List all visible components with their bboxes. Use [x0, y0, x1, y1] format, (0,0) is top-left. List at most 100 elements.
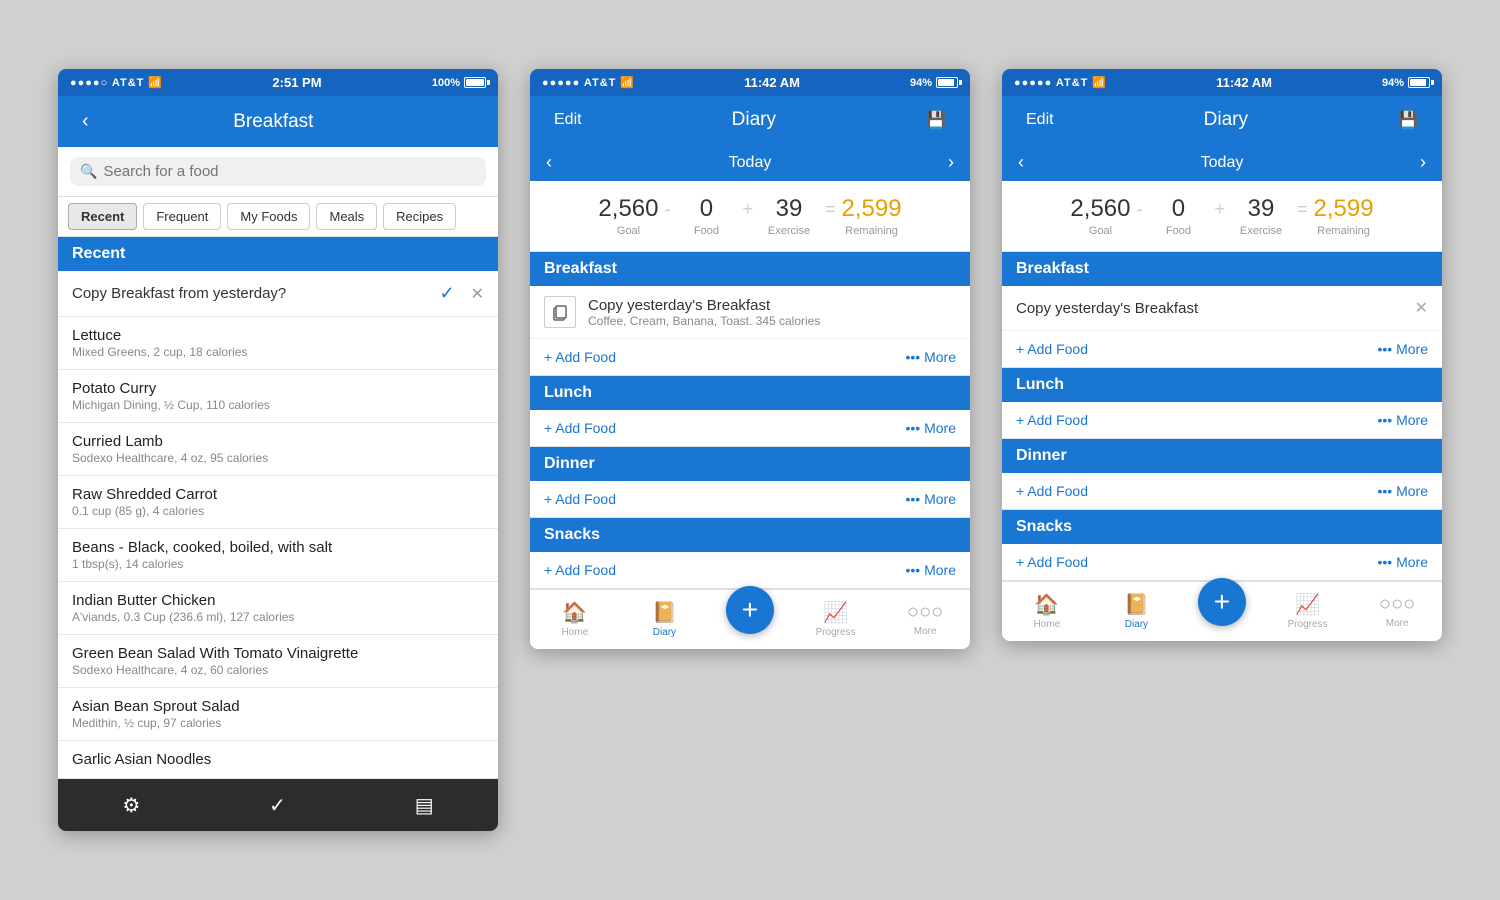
- next-day-button-2[interactable]: ›: [948, 152, 954, 173]
- more-icon-3: ○○○: [1379, 593, 1415, 616]
- header-1: ‹ Breakfast: [58, 96, 498, 147]
- food-detail-butter-chicken: A'viands, 0.3 Cup (236.6 ml), 127 calori…: [72, 610, 484, 624]
- nav-diary-3[interactable]: 📔 Diary: [1108, 592, 1164, 630]
- dinner-add-food-button-2[interactable]: + Add Food: [544, 491, 616, 507]
- cal-exercise-label-3: Exercise: [1231, 225, 1291, 237]
- tab-meals-1[interactable]: Meals: [316, 203, 377, 230]
- header-title-2: Diary: [590, 109, 919, 131]
- copy-icon-box-2: [544, 296, 576, 328]
- tab-myfoods-1[interactable]: My Foods: [227, 203, 310, 230]
- tab-frequent-1[interactable]: Frequent: [143, 203, 221, 230]
- food-item-potato-curry[interactable]: Potato Curry Michigan Dining, ½ Cup, 110…: [58, 370, 498, 423]
- status-bar-left-3: ●●●●● AT&T 📶: [1014, 76, 1106, 89]
- meal-breakfast-body-2: Copy yesterday's Breakfast Coffee, Cream…: [530, 286, 970, 376]
- dinner-more-button-2[interactable]: ••• More: [906, 491, 957, 507]
- nav-home-3[interactable]: 🏠 Home: [1019, 592, 1075, 630]
- food-item-curried-lamb[interactable]: Curried Lamb Sodexo Healthcare, 4 oz, 95…: [58, 423, 498, 476]
- tab-recent-1[interactable]: Recent: [68, 203, 137, 230]
- cal-remaining-value-3: 2,599: [1314, 195, 1374, 223]
- nav-home-label-2: Home: [561, 627, 588, 638]
- food-item-black-beans[interactable]: Beans - Black, cooked, boiled, with salt…: [58, 529, 498, 582]
- snacks-add-food-button-2[interactable]: + Add Food: [544, 562, 616, 578]
- meal-lunch-body-2: + Add Food ••• More: [530, 410, 970, 447]
- food-list-1: Lettuce Mixed Greens, 2 cup, 18 calories…: [58, 317, 498, 779]
- diary-nav-title-2: Today: [729, 154, 772, 172]
- nav-diary-2[interactable]: 📔 Diary: [636, 600, 692, 638]
- nav-more-3[interactable]: ○○○ More: [1369, 593, 1425, 629]
- dinner-more-button-3[interactable]: ••• More: [1378, 483, 1429, 499]
- breakfast-add-food-button-2[interactable]: + Add Food: [544, 349, 616, 365]
- cal-goal-value-3: 2,560: [1070, 195, 1130, 223]
- nav-progress-label-2: Progress: [816, 627, 856, 638]
- status-bar-right-1: 100%: [432, 77, 486, 89]
- dinner-add-food-button-3[interactable]: + Add Food: [1016, 483, 1088, 499]
- home-icon-2: 🏠: [562, 600, 587, 625]
- signal-dots-2: ●●●●● AT&T: [542, 77, 616, 89]
- back-button-1[interactable]: ‹: [74, 106, 97, 137]
- nav-progress-label-3: Progress: [1288, 619, 1328, 630]
- dinner-add-more-3: + Add Food ••• More: [1002, 473, 1442, 509]
- check-button-1[interactable]: ✓: [269, 793, 286, 818]
- barcode-button-1[interactable]: ▤: [415, 793, 434, 818]
- nav-progress-3[interactable]: 📈 Progress: [1280, 592, 1336, 630]
- confirm-copy-icon-1[interactable]: ✓: [440, 283, 455, 304]
- diary-icon-3: 📔: [1124, 592, 1149, 617]
- prev-day-button-2[interactable]: ‹: [546, 152, 552, 173]
- header-3: Edit Diary 💾: [1002, 96, 1442, 144]
- food-name-butter-chicken: Indian Butter Chicken: [72, 592, 484, 609]
- snacks-add-food-button-3[interactable]: + Add Food: [1016, 554, 1088, 570]
- settings-button-1[interactable]: ⚙: [122, 793, 140, 818]
- cal-exercise-3: 39 Exercise: [1231, 195, 1291, 237]
- lunch-add-food-button-3[interactable]: + Add Food: [1016, 412, 1088, 428]
- food-item-green-bean-salad[interactable]: Green Bean Salad With Tomato Vinaigrette…: [58, 635, 498, 688]
- nav-more-2[interactable]: ○○○ More: [897, 601, 953, 637]
- dismiss-copy-button-3[interactable]: ✕: [1415, 298, 1428, 318]
- header-title-3: Diary: [1062, 109, 1391, 131]
- add-button-3[interactable]: +: [1198, 578, 1246, 626]
- status-bar-1: ●●●●○ AT&T 📶 2:51 PM 100%: [58, 69, 498, 96]
- progress-icon-2: 📈: [823, 600, 848, 625]
- lunch-add-food-button-2[interactable]: + Add Food: [544, 420, 616, 436]
- edit-button-2[interactable]: Edit: [546, 107, 590, 133]
- screen-diary-2: ●●●●● AT&T 📶 11:42 AM 94% Edit Diary 💾 ‹…: [1002, 69, 1442, 641]
- next-day-button-3[interactable]: ›: [1420, 152, 1426, 173]
- copy-yesterday-subtitle-2: Coffee, Cream, Banana, Toast. 345 calori…: [588, 314, 820, 328]
- diary-nav-title-3: Today: [1201, 154, 1244, 172]
- food-item-garlic-noodles[interactable]: Garlic Asian Noodles: [58, 741, 498, 779]
- nav-progress-2[interactable]: 📈 Progress: [808, 600, 864, 638]
- breakfast-add-food-button-3[interactable]: + Add Food: [1016, 341, 1088, 357]
- snacks-more-button-2[interactable]: ••• More: [906, 562, 957, 578]
- lunch-more-button-3[interactable]: ••• More: [1378, 412, 1429, 428]
- tab-recipes-1[interactable]: Recipes: [383, 203, 456, 230]
- copy-text-row-3: Copy yesterday's Breakfast ✕: [1002, 286, 1442, 331]
- breakfast-more-button-3[interactable]: ••• More: [1378, 341, 1429, 357]
- save-button-2[interactable]: 💾: [918, 106, 954, 134]
- food-item-raw-carrot[interactable]: Raw Shredded Carrot 0.1 cup (85 g), 4 ca…: [58, 476, 498, 529]
- snacks-more-button-3[interactable]: ••• More: [1378, 554, 1429, 570]
- progress-icon-3: 📈: [1295, 592, 1320, 617]
- save-button-3[interactable]: 💾: [1390, 106, 1426, 134]
- food-item-asian-bean-sprout[interactable]: Asian Bean Sprout Salad Medithin, ½ cup,…: [58, 688, 498, 741]
- edit-button-3[interactable]: Edit: [1018, 107, 1062, 133]
- search-input-1[interactable]: [103, 163, 476, 180]
- diary-icon-2: 📔: [652, 600, 677, 625]
- copy-row-actions-1: ✓ ✕: [440, 283, 485, 304]
- add-button-2[interactable]: +: [726, 586, 774, 634]
- diary-nav-3: ‹ Today ›: [1002, 144, 1442, 181]
- search-input-wrap-1[interactable]: 🔍: [70, 157, 486, 186]
- meal-snacks-body-3: + Add Food ••• More: [1002, 544, 1442, 581]
- status-bar-left-2: ●●●●● AT&T 📶: [542, 76, 634, 89]
- nav-home-2[interactable]: 🏠 Home: [547, 600, 603, 638]
- nav-more-label-2: More: [914, 626, 937, 637]
- prev-day-button-3[interactable]: ‹: [1018, 152, 1024, 173]
- lunch-more-button-2[interactable]: ••• More: [906, 420, 957, 436]
- copy-yesterday-row-2[interactable]: Copy yesterday's Breakfast Coffee, Cream…: [530, 286, 970, 339]
- food-item-lettuce[interactable]: Lettuce Mixed Greens, 2 cup, 18 calories: [58, 317, 498, 370]
- copy-yesterday-text-only-3: Copy yesterday's Breakfast: [1016, 300, 1198, 317]
- meal-breakfast-body-3: Copy yesterday's Breakfast ✕ + Add Food …: [1002, 286, 1442, 368]
- breakfast-more-button-2[interactable]: ••• More: [906, 349, 957, 365]
- food-item-butter-chicken[interactable]: Indian Butter Chicken A'viands, 0.3 Cup …: [58, 582, 498, 635]
- meal-lunch-header-3: Lunch: [1002, 368, 1442, 402]
- food-name-asian-bean-sprout: Asian Bean Sprout Salad: [72, 698, 484, 715]
- dismiss-copy-icon-1[interactable]: ✕: [471, 284, 484, 304]
